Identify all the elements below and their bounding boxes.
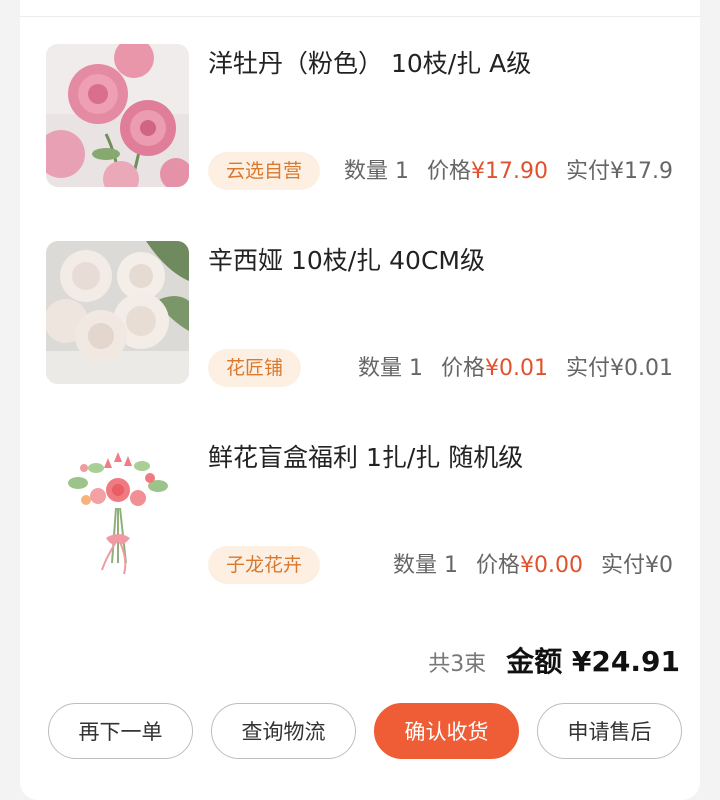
price-group: 价格¥0.00 bbox=[476, 550, 583, 582]
price-group: 价格¥0.01 bbox=[441, 353, 548, 385]
shop-tag[interactable]: 子龙花卉 bbox=[208, 546, 321, 584]
watercolor-bouquet-image bbox=[46, 438, 189, 581]
price-label: 价格 bbox=[476, 553, 521, 578]
item-meta: 数量 1 价格¥17.90 实付¥17.9 bbox=[344, 156, 673, 188]
price-value: ¥0.00 bbox=[520, 553, 583, 578]
product-title[interactable]: 鲜花盲盒福利 1扎/扎 随机级 bbox=[208, 442, 523, 474]
order-total: 金额 ¥24.91 bbox=[506, 645, 680, 678]
product-image-bouquet[interactable] bbox=[46, 438, 189, 581]
pink-ranunculus-image bbox=[46, 44, 189, 187]
paid-amount: 实付¥0 bbox=[601, 553, 673, 578]
shop-tag[interactable]: 云选自营 bbox=[208, 152, 321, 190]
product-image-ranunculus[interactable] bbox=[46, 44, 189, 187]
item-meta: 数量 1 价格¥0.00 实付¥0 bbox=[393, 550, 673, 582]
product-title[interactable]: 洋牡丹（粉色） 10枝/扎 A级 bbox=[208, 48, 531, 80]
item-count: 共3束 bbox=[428, 652, 487, 677]
shop-tag[interactable]: 花匠铺 bbox=[208, 349, 302, 387]
divider bbox=[20, 16, 700, 17]
price-group: 价格¥17.90 bbox=[427, 156, 548, 188]
order-summary: 共3束 金额 ¥24.91 bbox=[428, 640, 680, 680]
confirm-receipt-button[interactable]: 确认收货 bbox=[374, 703, 519, 759]
after-sales-button[interactable]: 申请售后 bbox=[537, 703, 682, 759]
white-roses-image bbox=[46, 241, 189, 384]
paid-amount: 实付¥17.9 bbox=[566, 159, 673, 184]
product-title[interactable]: 辛西娅 10枝/扎 40CM级 bbox=[208, 245, 485, 277]
order-actions: 再下一单 查询物流 确认收货 申请售后 bbox=[48, 703, 682, 759]
order-item[interactable]: 洋牡丹（粉色） 10枝/扎 A级 云选自营 数量 1 价格¥17.90 实付¥1… bbox=[0, 44, 720, 194]
product-image-roses[interactable] bbox=[46, 241, 189, 384]
order-item[interactable]: 辛西娅 10枝/扎 40CM级 花匠铺 数量 1 价格¥0.01 实付¥0.01 bbox=[0, 241, 720, 391]
quantity-label: 数量 1 bbox=[358, 356, 424, 381]
price-label: 价格 bbox=[427, 159, 472, 184]
price-label: 价格 bbox=[441, 356, 486, 381]
quantity-label: 数量 1 bbox=[344, 159, 410, 184]
track-logistics-button[interactable]: 查询物流 bbox=[211, 703, 356, 759]
order-item[interactable]: 鲜花盲盒福利 1扎/扎 随机级 子龙花卉 数量 1 价格¥0.00 实付¥0 bbox=[0, 438, 720, 588]
price-value: ¥17.90 bbox=[471, 159, 549, 184]
price-value: ¥0.01 bbox=[485, 356, 549, 381]
quantity-label: 数量 1 bbox=[393, 553, 458, 578]
reorder-button[interactable]: 再下一单 bbox=[48, 703, 193, 759]
paid-amount: 实付¥0.01 bbox=[566, 356, 673, 381]
item-meta: 数量 1 价格¥0.01 实付¥0.01 bbox=[358, 353, 673, 385]
